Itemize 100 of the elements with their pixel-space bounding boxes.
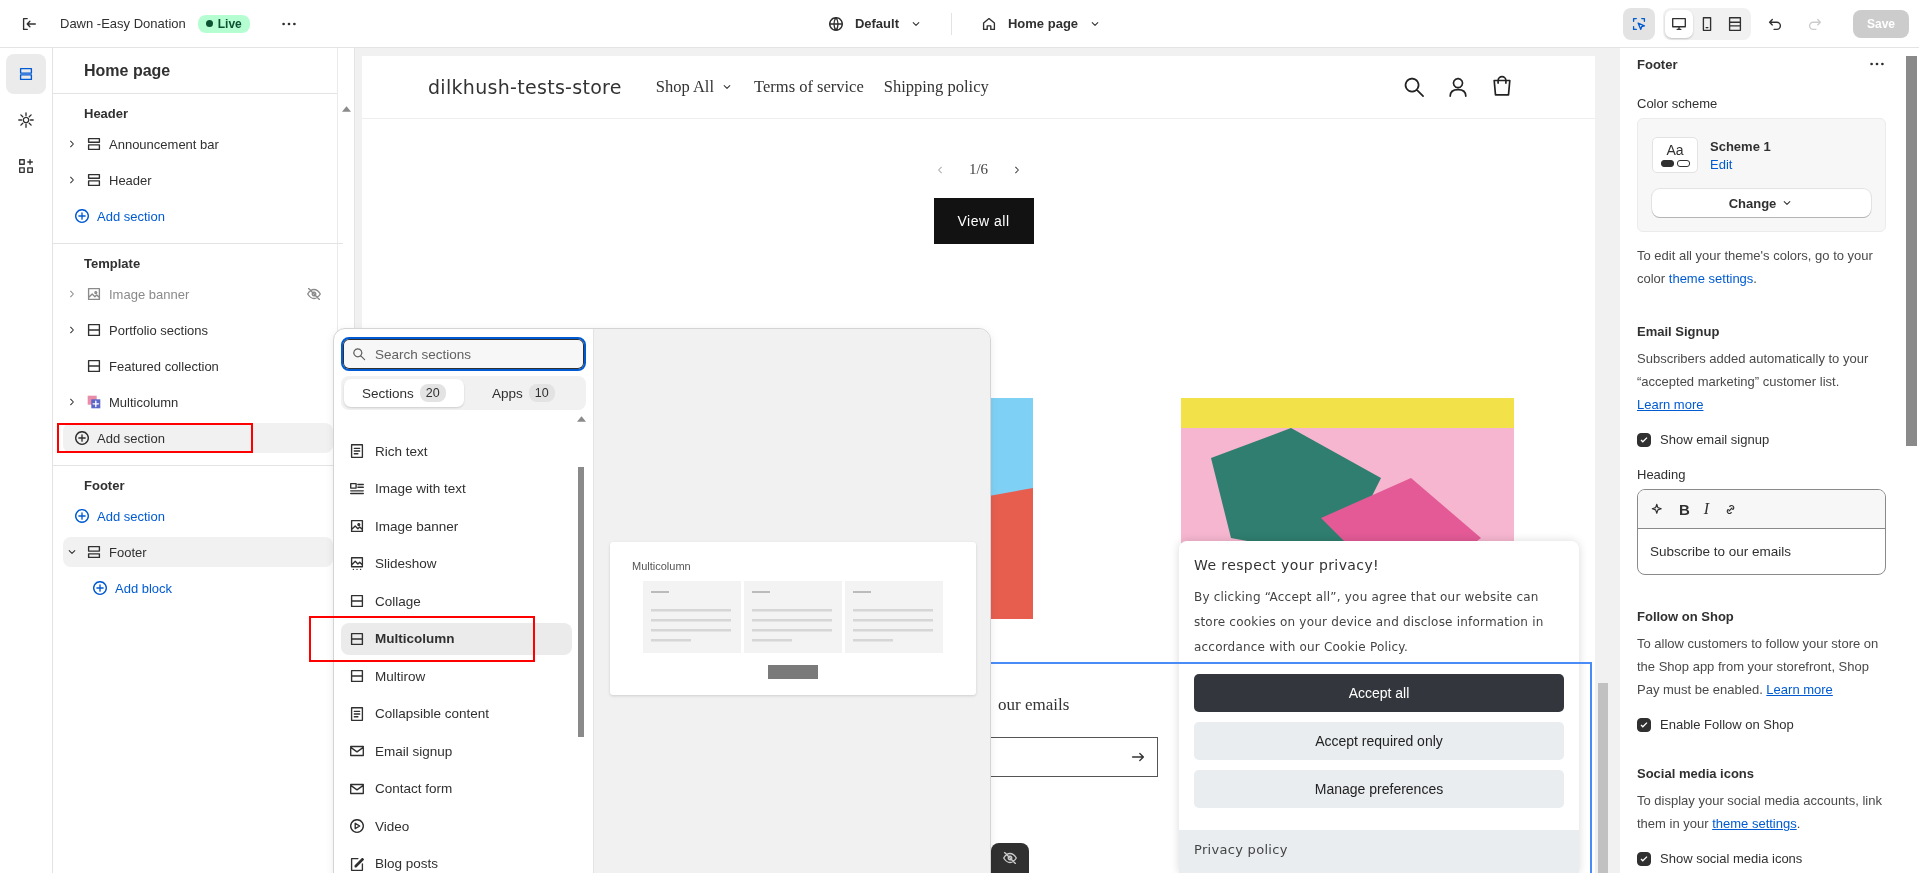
sparkle-icon[interactable] — [1650, 501, 1665, 517]
scheme-swatch: Aa — [1652, 137, 1698, 173]
rich-text-editor[interactable]: B I Subscribe to our emails — [1637, 489, 1886, 575]
layout-icon — [85, 321, 103, 339]
help-text: To allow customers to follow your store on the Shop app from your storefront, Shop Pay must be enabled. Learn more — [1637, 635, 1880, 699]
eye-off-icon[interactable] — [305, 285, 323, 303]
section-heading: Social media icons — [1637, 766, 1756, 781]
section-option[interactable]: Rich text — [341, 435, 572, 467]
rail-button[interactable] — [6, 54, 46, 94]
sections-icon — [17, 65, 35, 83]
edit-link[interactable]: Edit — [1710, 156, 1771, 172]
cookie-title: We respect your privacy! — [1194, 557, 1381, 573]
store-name: Dawn -Easy Donation — [60, 16, 186, 31]
document-icon — [348, 442, 366, 460]
help-text: To display your social media accounts, link them in your theme settings. — [1637, 792, 1883, 833]
view-all-button[interactable]: View all — [933, 198, 1034, 244]
cookie-text: By clicking “Accept all”, you agree that our website can store cookies on your device and disclose information in accordance with our Cookie Policy. — [1194, 589, 1545, 656]
tab[interactable]: Sections 20 — [344, 379, 464, 407]
inspector-button[interactable] — [1622, 7, 1655, 40]
apps-icon — [17, 157, 35, 175]
heading-value: Subscribe to our emails — [1649, 543, 1793, 561]
section-option[interactable]: Image banner — [341, 510, 572, 542]
learn-more-link[interactable]: Learn more — [1766, 682, 1833, 697]
search-field[interactable]: Search sections — [341, 337, 586, 371]
privacy-policy-link[interactable]: Privacy policy — [1194, 842, 1288, 857]
tab[interactable]: Apps 10 — [463, 379, 583, 407]
learn-more-link[interactable]: theme settings — [1712, 816, 1797, 831]
preview-title: Multicolumn — [632, 560, 692, 572]
add-section-button[interactable]: Add section — [63, 423, 333, 453]
section-row[interactable]: Multicolumn — [63, 387, 333, 417]
eye-off-icon — [1001, 849, 1019, 867]
nav-link[interactable]: Shop All — [655, 77, 735, 97]
section-option[interactable]: Video — [341, 810, 572, 842]
section-row[interactable]: Image banner — [63, 279, 333, 309]
add-section-button[interactable]: Add section — [63, 201, 333, 231]
image-icon — [348, 517, 366, 535]
section-label: Image banner — [109, 286, 191, 302]
group-heading: Template — [83, 255, 142, 273]
layout-icon — [85, 135, 103, 153]
layout-icon — [85, 357, 103, 375]
section-option[interactable]: Blog posts — [341, 847, 572, 873]
section-label: Multicolumn — [109, 394, 180, 410]
scrollbar-thumb[interactable] — [1906, 56, 1917, 446]
section-row[interactable]: Featured collection — [63, 351, 333, 381]
scheme-name: Scheme 1 — [1710, 138, 1771, 154]
email-heading: our emails — [998, 695, 1070, 715]
globe-icon — [826, 14, 845, 33]
image-icon — [85, 285, 103, 303]
scroll-up-icon[interactable] — [576, 416, 586, 422]
checkbox-label: Enable Follow on Shop — [1660, 717, 1794, 732]
nav-link[interactable]: Shipping policy — [883, 77, 989, 97]
app-icon — [85, 393, 103, 411]
section-row[interactable]: Announcement bar — [63, 129, 333, 159]
section-label: Portfolio sections — [109, 322, 209, 338]
checkbox[interactable] — [1637, 432, 1651, 447]
visibility-toggle-button[interactable] — [991, 843, 1029, 873]
layout-icon — [348, 667, 366, 685]
section-option[interactable]: Collage — [341, 585, 572, 617]
section-row[interactable]: Footer — [63, 537, 333, 567]
section-row[interactable]: Portfolio sections — [63, 315, 333, 345]
status-badge: Live — [197, 14, 250, 33]
section-option[interactable]: Slideshow — [341, 547, 572, 580]
play-icon — [348, 817, 366, 835]
scrollbar-thumb[interactable] — [1598, 683, 1608, 873]
section-option[interactable]: Collapsible content — [341, 697, 572, 730]
change-button[interactable]: Change — [1652, 189, 1871, 217]
section-option[interactable]: Image with text — [341, 472, 572, 505]
section-option[interactable]: Contact form — [341, 772, 572, 805]
scroll-up-icon[interactable] — [341, 106, 351, 112]
section-option[interactable]: Email signup — [341, 735, 572, 767]
section-row[interactable]: Header — [63, 165, 333, 195]
count-badge: 20 — [419, 384, 446, 402]
count-badge: 10 — [528, 384, 555, 402]
nav-link[interactable]: Terms of service — [754, 77, 864, 97]
search-icon — [351, 346, 367, 362]
scrollbar-thumb[interactable] — [578, 467, 584, 737]
help-text: Subscribers added automatically to your “accepted marketing” customer list. Learn more — [1637, 350, 1870, 414]
device-button[interactable] — [1664, 9, 1693, 38]
pager-count: 1/6 — [968, 161, 989, 178]
cookie-button[interactable]: Accept required only — [1194, 722, 1564, 760]
layout-icon — [85, 171, 103, 189]
add-section-button[interactable]: Add section — [63, 501, 333, 531]
italic-button[interactable]: I — [1703, 500, 1710, 518]
section-option[interactable]: Multirow — [341, 660, 572, 692]
page-dropdown[interactable]: Home page — [974, 7, 1109, 40]
field-label: Color scheme — [1637, 96, 1719, 111]
section-option[interactable]: Multicolumn — [341, 622, 572, 655]
checkbox[interactable] — [1637, 717, 1651, 732]
section-heading: Email Signup — [1637, 324, 1721, 339]
checkbox[interactable] — [1637, 851, 1651, 866]
add-block-button[interactable]: Add block — [63, 573, 333, 603]
accept-all-button[interactable]: Accept all — [1194, 674, 1564, 712]
layout-icon — [348, 592, 366, 610]
store-logo[interactable]: dilkhush-tests-store — [428, 76, 622, 98]
layout-icon — [85, 543, 103, 561]
cookie-button[interactable]: Manage preferences — [1194, 770, 1564, 808]
theme-dropdown[interactable]: Default — [820, 7, 929, 40]
checkbox-label: Show email signup — [1660, 432, 1770, 447]
bold-button[interactable]: B — [1679, 500, 1690, 518]
learn-more-link[interactable]: Learn more — [1637, 397, 1704, 412]
